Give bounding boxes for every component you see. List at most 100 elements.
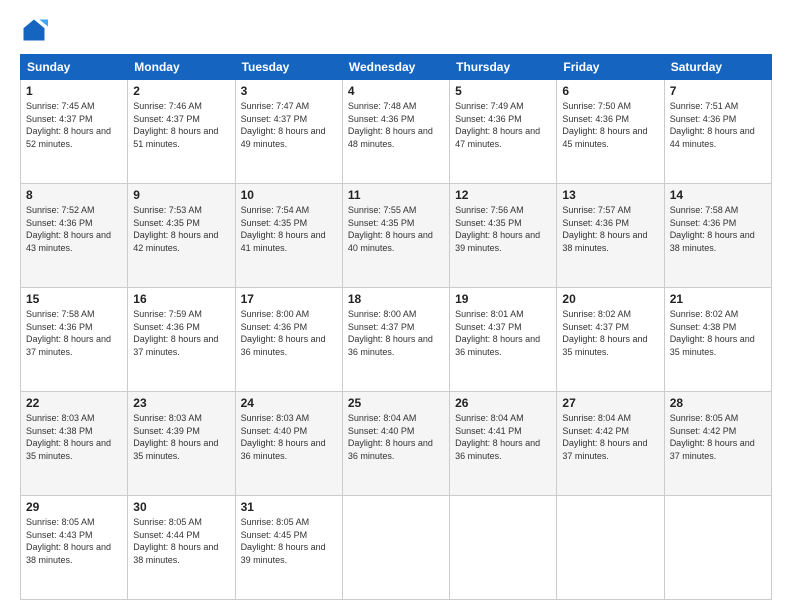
day-number: 24 [241, 396, 337, 410]
calendar-cell: 28 Sunrise: 8:05 AMSunset: 4:42 PMDayligh… [664, 392, 771, 496]
calendar-body: 1 Sunrise: 7:45 AMSunset: 4:37 PMDaylight… [21, 80, 772, 600]
day-info: Sunrise: 8:03 AMSunset: 4:39 PMDaylight:… [133, 412, 229, 462]
calendar-cell: 19 Sunrise: 8:01 AMSunset: 4:37 PMDayligh… [450, 288, 557, 392]
calendar-cell: 29 Sunrise: 8:05 AMSunset: 4:43 PMDayligh… [21, 496, 128, 600]
day-number: 21 [670, 292, 766, 306]
day-info: Sunrise: 8:03 AMSunset: 4:38 PMDaylight:… [26, 412, 122, 462]
day-number: 19 [455, 292, 551, 306]
day-number: 12 [455, 188, 551, 202]
calendar-cell: 25Sunrise: 8:04 AMSunset: 4:40 PMDayligh… [342, 392, 449, 496]
day-number: 1 [26, 84, 122, 98]
day-info: Sunrise: 7:56 AMSunset: 4:35 PMDaylight:… [455, 204, 551, 254]
day-number: 28 [670, 396, 766, 410]
calendar-day-header: Friday [557, 55, 664, 80]
day-number: 10 [241, 188, 337, 202]
day-number: 13 [562, 188, 658, 202]
day-number: 5 [455, 84, 551, 98]
day-number: 2 [133, 84, 229, 98]
day-info: Sunrise: 8:05 AMSunset: 4:42 PMDaylight:… [670, 412, 766, 462]
calendar-cell: 18 Sunrise: 8:00 AMSunset: 4:37 PMDayligh… [342, 288, 449, 392]
calendar-cell: 26 Sunrise: 8:04 AMSunset: 4:41 PMDayligh… [450, 392, 557, 496]
calendar-cell: 2 Sunrise: 7:46 AMSunset: 4:37 PMDaylight… [128, 80, 235, 184]
calendar-week-row: 8 Sunrise: 7:52 AMSunset: 4:36 PMDaylight… [21, 184, 772, 288]
day-number: 16 [133, 292, 229, 306]
day-info: Sunrise: 8:02 AMSunset: 4:38 PMDaylight:… [670, 308, 766, 358]
calendar-table: SundayMondayTuesdayWednesdayThursdayFrid… [20, 54, 772, 600]
calendar-cell: 30 Sunrise: 8:05 AMSunset: 4:44 PMDayligh… [128, 496, 235, 600]
calendar-day-header: Tuesday [235, 55, 342, 80]
day-number: 22 [26, 396, 122, 410]
day-info: Sunrise: 7:58 AMSunset: 4:36 PMDaylight:… [26, 308, 122, 358]
day-number: 23 [133, 396, 229, 410]
calendar-cell: 17 Sunrise: 8:00 AMSunset: 4:36 PMDayligh… [235, 288, 342, 392]
day-info: Sunrise: 7:52 AMSunset: 4:36 PMDaylight:… [26, 204, 122, 254]
day-info: Sunrise: 7:49 AMSunset: 4:36 PMDaylight:… [455, 100, 551, 150]
day-number: 14 [670, 188, 766, 202]
calendar-cell: 16 Sunrise: 7:59 AMSunset: 4:36 PMDayligh… [128, 288, 235, 392]
day-number: 4 [348, 84, 444, 98]
calendar-day-header: Wednesday [342, 55, 449, 80]
day-info: Sunrise: 8:05 AMSunset: 4:44 PMDaylight:… [133, 516, 229, 566]
day-info: Sunrise: 7:51 AMSunset: 4:36 PMDaylight:… [670, 100, 766, 150]
day-info: Sunrise: 7:57 AMSunset: 4:36 PMDaylight:… [562, 204, 658, 254]
day-info: Sunrise: 7:46 AMSunset: 4:37 PMDaylight:… [133, 100, 229, 150]
day-info: Sunrise: 7:45 AMSunset: 4:37 PMDaylight:… [26, 100, 122, 150]
day-info: Sunrise: 8:04 AMSunset: 4:40 PMDaylight:… [348, 412, 444, 462]
day-number: 15 [26, 292, 122, 306]
calendar-cell: 22 Sunrise: 8:03 AMSunset: 4:38 PMDayligh… [21, 392, 128, 496]
day-number: 3 [241, 84, 337, 98]
day-info: Sunrise: 7:48 AMSunset: 4:36 PMDaylight:… [348, 100, 444, 150]
calendar-week-row: 29 Sunrise: 8:05 AMSunset: 4:43 PMDayligh… [21, 496, 772, 600]
calendar-week-row: 22 Sunrise: 8:03 AMSunset: 4:38 PMDayligh… [21, 392, 772, 496]
calendar-header-row: SundayMondayTuesdayWednesdayThursdayFrid… [21, 55, 772, 80]
calendar-day-header: Saturday [664, 55, 771, 80]
day-number: 30 [133, 500, 229, 514]
calendar-cell [664, 496, 771, 600]
calendar-cell: 10Sunrise: 7:54 AMSunset: 4:35 PMDayligh… [235, 184, 342, 288]
day-info: Sunrise: 7:47 AMSunset: 4:37 PMDaylight:… [241, 100, 337, 150]
calendar-cell: 5 Sunrise: 7:49 AMSunset: 4:36 PMDaylight… [450, 80, 557, 184]
day-number: 29 [26, 500, 122, 514]
calendar-cell: 27Sunrise: 8:04 AMSunset: 4:42 PMDayligh… [557, 392, 664, 496]
calendar-cell: 8 Sunrise: 7:52 AMSunset: 4:36 PMDaylight… [21, 184, 128, 288]
day-info: Sunrise: 7:59 AMSunset: 4:36 PMDaylight:… [133, 308, 229, 358]
day-info: Sunrise: 7:55 AMSunset: 4:35 PMDaylight:… [348, 204, 444, 254]
day-info: Sunrise: 8:04 AMSunset: 4:41 PMDaylight:… [455, 412, 551, 462]
day-info: Sunrise: 8:05 AMSunset: 4:43 PMDaylight:… [26, 516, 122, 566]
calendar-cell: 4 Sunrise: 7:48 AMSunset: 4:36 PMDaylight… [342, 80, 449, 184]
day-number: 11 [348, 188, 444, 202]
day-info: Sunrise: 7:58 AMSunset: 4:36 PMDaylight:… [670, 204, 766, 254]
calendar-cell: 9Sunrise: 7:53 AMSunset: 4:35 PMDaylight… [128, 184, 235, 288]
logo [20, 16, 52, 44]
calendar-cell [342, 496, 449, 600]
day-info: Sunrise: 8:02 AMSunset: 4:37 PMDaylight:… [562, 308, 658, 358]
calendar-cell: 23 Sunrise: 8:03 AMSunset: 4:39 PMDayligh… [128, 392, 235, 496]
day-number: 8 [26, 188, 122, 202]
calendar-cell: 7 Sunrise: 7:51 AMSunset: 4:36 PMDaylight… [664, 80, 771, 184]
calendar-cell: 15 Sunrise: 7:58 AMSunset: 4:36 PMDayligh… [21, 288, 128, 392]
day-info: Sunrise: 8:01 AMSunset: 4:37 PMDaylight:… [455, 308, 551, 358]
day-number: 9 [133, 188, 229, 202]
calendar-cell [557, 496, 664, 600]
day-number: 20 [562, 292, 658, 306]
calendar-day-header: Thursday [450, 55, 557, 80]
day-number: 7 [670, 84, 766, 98]
day-info: Sunrise: 8:00 AMSunset: 4:37 PMDaylight:… [348, 308, 444, 358]
day-number: 26 [455, 396, 551, 410]
calendar-cell: 14 Sunrise: 7:58 AMSunset: 4:36 PMDayligh… [664, 184, 771, 288]
day-number: 31 [241, 500, 337, 514]
day-info: Sunrise: 8:05 AMSunset: 4:45 PMDaylight:… [241, 516, 337, 566]
calendar-week-row: 1 Sunrise: 7:45 AMSunset: 4:37 PMDaylight… [21, 80, 772, 184]
day-info: Sunrise: 8:00 AMSunset: 4:36 PMDaylight:… [241, 308, 337, 358]
calendar-cell: 12 Sunrise: 7:56 AMSunset: 4:35 PMDayligh… [450, 184, 557, 288]
day-number: 18 [348, 292, 444, 306]
day-info: Sunrise: 8:03 AMSunset: 4:40 PMDaylight:… [241, 412, 337, 462]
calendar-cell: 13 Sunrise: 7:57 AMSunset: 4:36 PMDayligh… [557, 184, 664, 288]
calendar-day-header: Monday [128, 55, 235, 80]
calendar-cell: 24 Sunrise: 8:03 AMSunset: 4:40 PMDayligh… [235, 392, 342, 496]
day-number: 17 [241, 292, 337, 306]
calendar-cell: 11 Sunrise: 7:55 AMSunset: 4:35 PMDayligh… [342, 184, 449, 288]
calendar-cell: 1 Sunrise: 7:45 AMSunset: 4:37 PMDaylight… [21, 80, 128, 184]
day-info: Sunrise: 7:50 AMSunset: 4:36 PMDaylight:… [562, 100, 658, 150]
calendar-cell: 6Sunrise: 7:50 AMSunset: 4:36 PMDaylight… [557, 80, 664, 184]
